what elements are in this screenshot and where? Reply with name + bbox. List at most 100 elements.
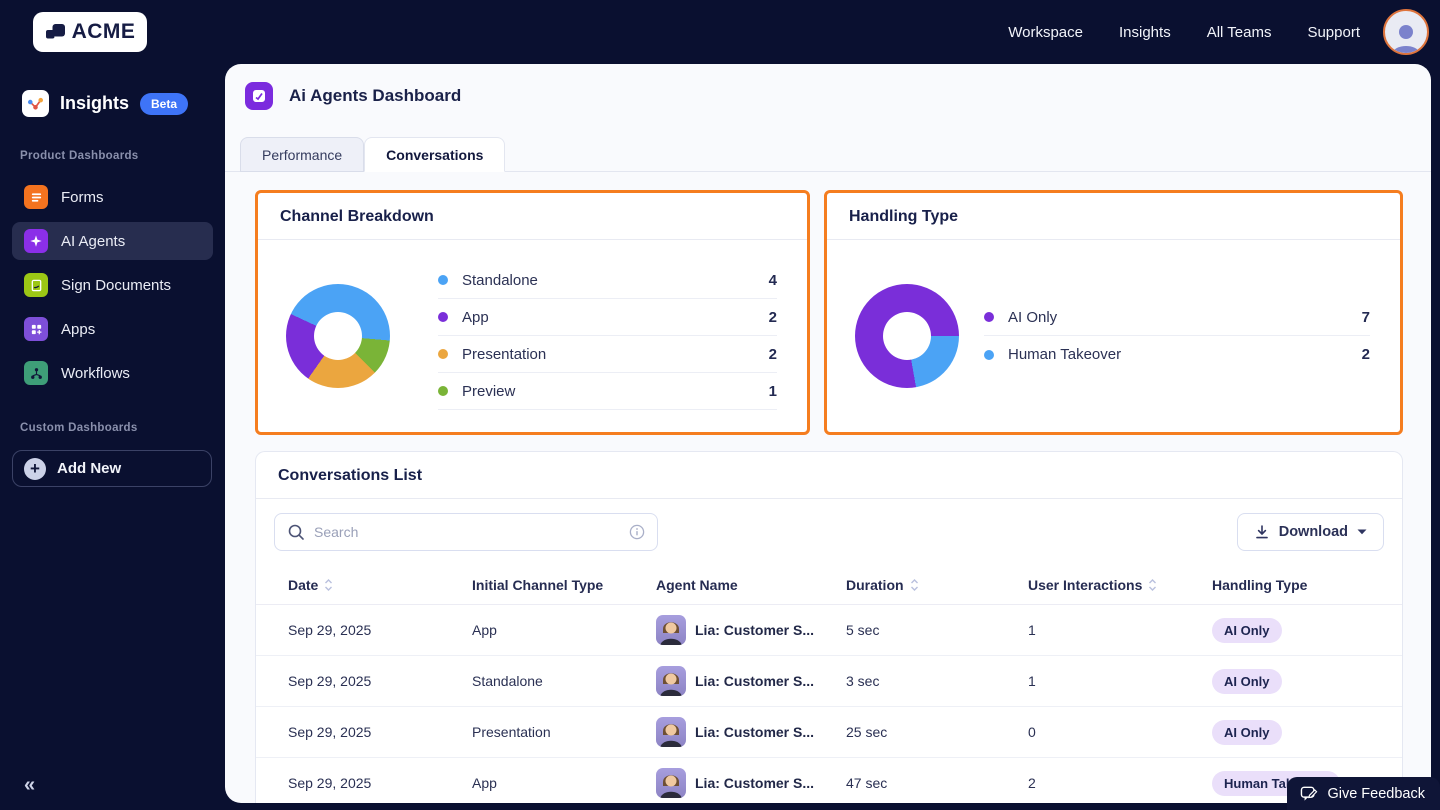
legend-dot <box>984 312 994 322</box>
ai-agents-icon <box>24 229 48 253</box>
dashboard-icon <box>245 82 273 110</box>
cell-interactions: 2 <box>1028 775 1212 791</box>
column-header-user-interactions[interactable]: User Interactions <box>1028 577 1212 593</box>
cell-date: Sep 29, 2025 <box>288 724 472 740</box>
give-feedback-button[interactable]: Give Feedback <box>1287 777 1440 810</box>
nav-insights[interactable]: Insights <box>1119 24 1171 41</box>
handling-type-title: Handling Type <box>827 193 1400 240</box>
sidebar-item-sign-documents[interactable]: Sign Documents <box>12 266 213 304</box>
apps-icon <box>24 317 48 341</box>
top-nav: Workspace Insights All Teams Support <box>225 0 1440 64</box>
legend-dot <box>438 386 448 396</box>
chevron-down-icon <box>1357 529 1367 535</box>
column-header-handling-type: Handling Type <box>1212 577 1384 593</box>
beta-badge: Beta <box>140 93 188 115</box>
legend-item: Presentation 2 <box>438 336 777 373</box>
search-input[interactable] <box>314 524 620 540</box>
section-product-dashboards: Product Dashboards <box>20 150 139 162</box>
tab-bar: Performance Conversations <box>225 137 1431 172</box>
nav-workspace[interactable]: Workspace <box>1008 24 1083 41</box>
agent-name: Lia: Customer S... <box>695 724 814 740</box>
tab-conversations[interactable]: Conversations <box>364 137 505 172</box>
conversations-list-title: Conversations List <box>256 452 1402 499</box>
table-row[interactable]: Sep 29, 2025 Standalone Lia: Customer S.… <box>256 656 1402 707</box>
page-title: Ai Agents Dashboard <box>289 86 461 106</box>
download-icon <box>1254 524 1270 540</box>
handling-type-badge: AI Only <box>1212 618 1282 643</box>
cell-agent: Lia: Customer S... <box>656 615 846 645</box>
agent-avatar <box>656 666 686 696</box>
download-button[interactable]: Download <box>1237 513 1384 551</box>
sidebar: ACME Insights Beta Product Dashboards F <box>0 0 225 810</box>
workflows-icon <box>24 361 48 385</box>
cell-date: Sep 29, 2025 <box>288 775 472 791</box>
cell-agent: Lia: Customer S... <box>656 717 846 747</box>
app-title-row: Insights Beta <box>22 90 188 117</box>
conversations-list-card: Conversations List Downl <box>255 451 1403 803</box>
cell-handling: AI Only <box>1212 669 1384 694</box>
agent-avatar <box>656 768 686 798</box>
section-custom-dashboards: Custom Dashboards <box>20 422 138 434</box>
person-icon <box>1389 21 1423 53</box>
table-body: Sep 29, 2025 App Lia: Customer S... 5 se… <box>256 605 1402 803</box>
sidebar-item-apps[interactable]: Apps <box>12 310 213 348</box>
channel-breakdown-title: Channel Breakdown <box>258 193 807 240</box>
cell-interactions: 1 <box>1028 673 1212 689</box>
column-header-agent-name: Agent Name <box>656 577 846 593</box>
table-row[interactable]: Sep 29, 2025 Presentation Lia: Customer … <box>256 707 1402 758</box>
nav-support[interactable]: Support <box>1307 24 1360 41</box>
handling-type-card: Handling Type AI Only 7 Human Takeover 2 <box>824 190 1403 435</box>
tab-performance[interactable]: Performance <box>240 137 364 172</box>
search-box[interactable] <box>274 513 658 551</box>
handling-type-badge: AI Only <box>1212 720 1282 745</box>
cell-agent: Lia: Customer S... <box>656 768 846 798</box>
feedback-icon <box>1300 786 1318 802</box>
legend-item: Human Takeover 2 <box>984 336 1370 373</box>
column-header-initial-channel-type: Initial Channel Type <box>472 577 656 593</box>
add-new-button[interactable]: + Add New <box>12 450 212 487</box>
sidebar-item-ai-agents[interactable]: AI Agents <box>12 222 213 260</box>
acme-logo[interactable]: ACME <box>33 12 147 52</box>
cell-duration: 5 sec <box>846 622 1028 638</box>
sidebar-item-workflows[interactable]: Workflows <box>12 354 213 392</box>
forms-icon <box>24 185 48 209</box>
cell-channel: Presentation <box>472 724 656 740</box>
sort-icon[interactable] <box>1148 578 1157 592</box>
sidebar-menu: Forms AI Agents Sign Documents <box>12 178 213 392</box>
handling-type-donut-chart <box>855 284 959 388</box>
cell-channel: App <box>472 775 656 791</box>
charts-row: Channel Breakdown Standalone 4 App 2 <box>255 190 1403 435</box>
cell-agent: Lia: Customer S... <box>656 666 846 696</box>
legend-dot <box>438 312 448 322</box>
user-avatar[interactable] <box>1383 9 1429 55</box>
cell-interactions: 0 <box>1028 724 1212 740</box>
list-toolbar: Download <box>256 499 1402 565</box>
legend-item: Preview 1 <box>438 373 777 410</box>
sidebar-item-forms[interactable]: Forms <box>12 178 213 216</box>
agent-name: Lia: Customer S... <box>695 775 814 791</box>
sort-icon[interactable] <box>324 578 333 592</box>
cell-duration: 3 sec <box>846 673 1028 689</box>
column-header-duration[interactable]: Duration <box>846 577 1028 593</box>
collapse-sidebar-button[interactable]: « <box>24 774 35 797</box>
table-row[interactable]: Sep 29, 2025 App Lia: Customer S... 5 se… <box>256 605 1402 656</box>
column-header-date[interactable]: Date <box>288 577 472 593</box>
legend-item: Standalone 4 <box>438 262 777 299</box>
channel-breakdown-donut-chart <box>286 284 390 388</box>
nav-all-teams[interactable]: All Teams <box>1207 24 1272 41</box>
cell-interactions: 1 <box>1028 622 1212 638</box>
agent-avatar <box>656 717 686 747</box>
sort-icon[interactable] <box>910 578 919 592</box>
legend-dot <box>984 350 994 360</box>
info-icon[interactable] <box>629 524 645 540</box>
cell-duration: 25 sec <box>846 724 1028 740</box>
sign-documents-icon <box>24 273 48 297</box>
cell-channel: App <box>472 622 656 638</box>
legend-item: App 2 <box>438 299 777 336</box>
app-name: Insights <box>60 93 129 114</box>
table-row[interactable]: Sep 29, 2025 App Lia: Customer S... 47 s… <box>256 758 1402 803</box>
agent-avatar <box>656 615 686 645</box>
acme-logo-icon <box>45 21 67 43</box>
cell-handling: AI Only <box>1212 618 1384 643</box>
plus-icon: + <box>24 458 46 480</box>
